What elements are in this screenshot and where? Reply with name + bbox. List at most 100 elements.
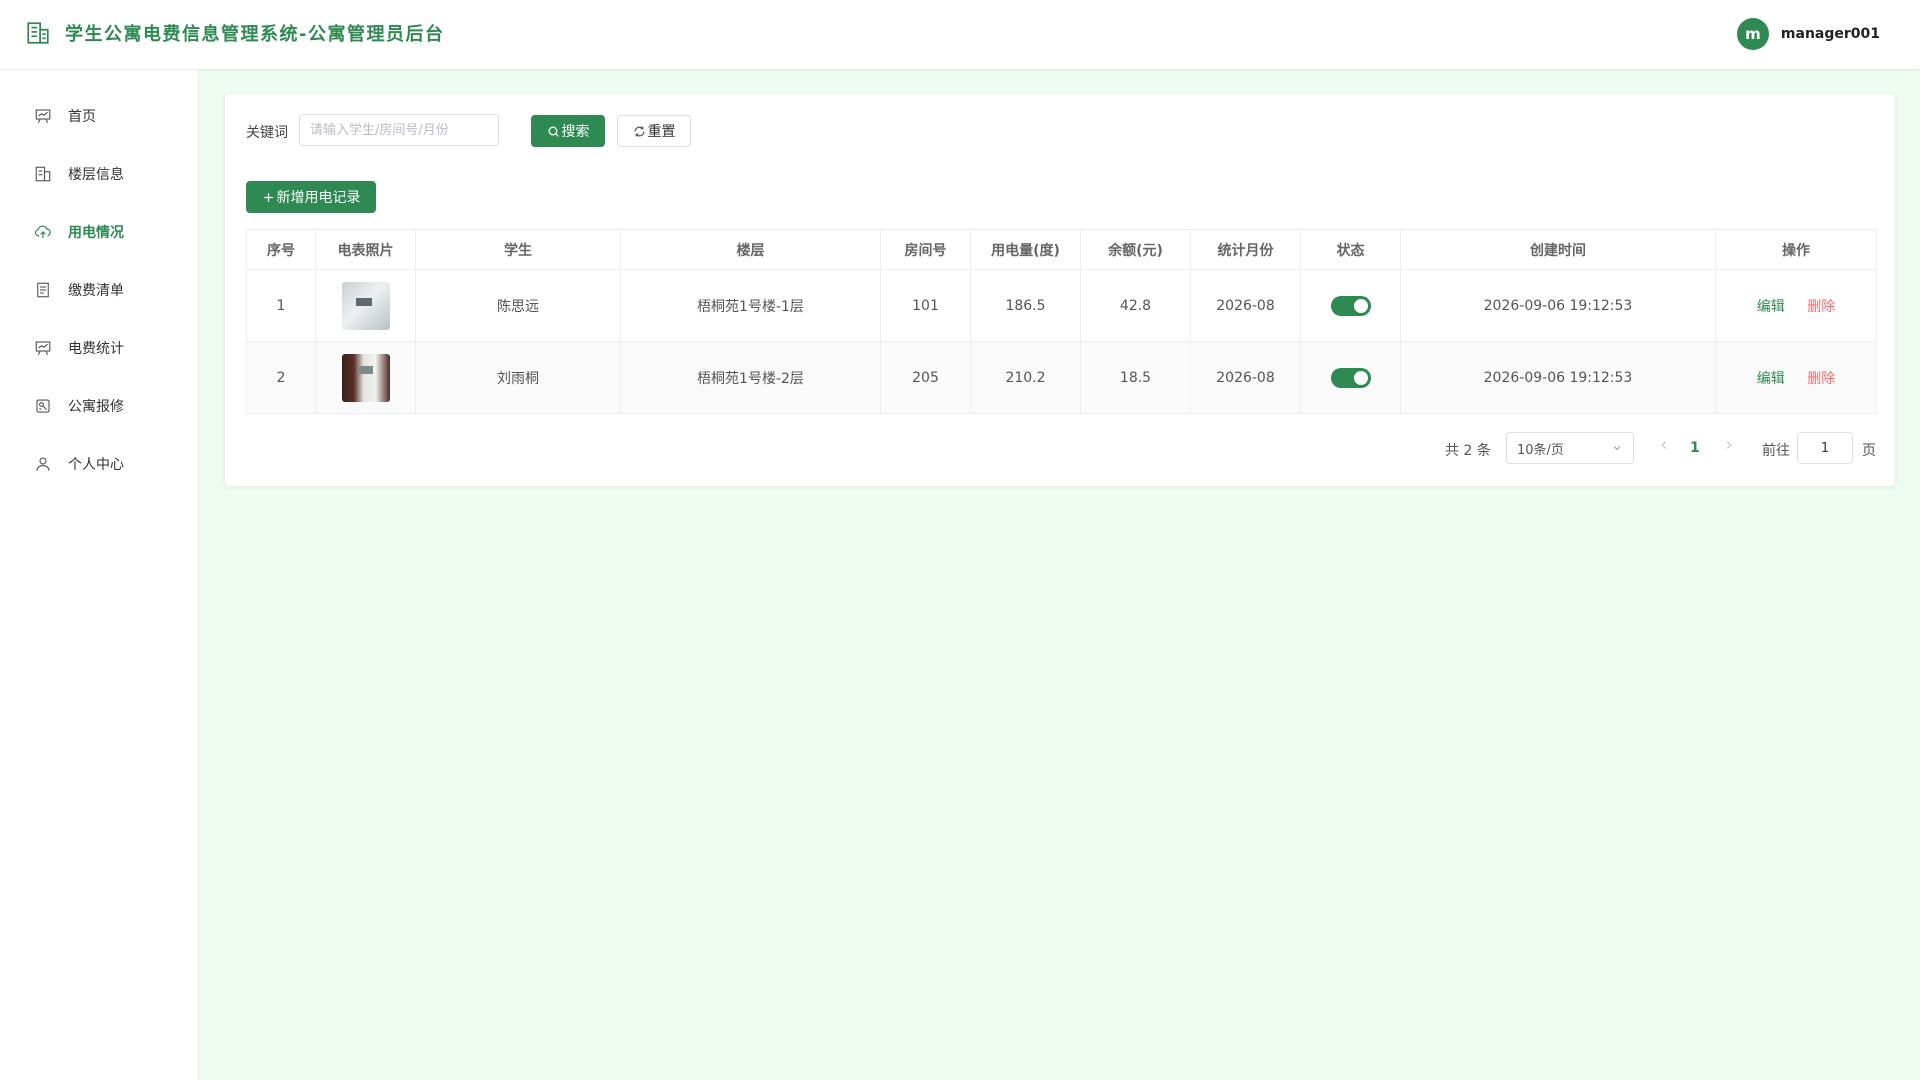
sidebar-item-home[interactable]: 首页 (34, 104, 96, 128)
add-record-button[interactable]: 新增用电记录 (246, 181, 376, 213)
column-header: 操作 (1715, 229, 1877, 270)
delete-link[interactable]: 删除 (1807, 371, 1835, 387)
sidebar-item-label: 缴费清单 (68, 283, 124, 299)
usage-table: 序号 电表照片 学生 楼层 房间号 用电量(度) 余额(元) 统计月份 状态 创… (246, 229, 1877, 414)
repair-icon (36, 399, 50, 413)
column-header: 序号 (246, 229, 316, 270)
cell-index: 1 (246, 269, 316, 342)
refresh-icon (634, 126, 644, 136)
sidebar-item-label: 个人中心 (68, 457, 124, 473)
chevron-left-icon (1661, 441, 1667, 449)
column-header: 电表照片 (315, 229, 416, 270)
table-row: 2 刘雨桐 梧桐苑1号楼-2层 205 210.2 18.5 2026-08 2… (246, 341, 1877, 414)
sidebar-item-label: 公寓报修 (68, 399, 124, 415)
pagination: 共 2 条 10条/页 1 前往 页 (225, 432, 1895, 464)
chevron-right-icon (1726, 441, 1732, 449)
column-header: 余额(元) (1080, 229, 1191, 270)
page-size-select[interactable]: 10条/页 (1506, 432, 1634, 464)
user-menu[interactable]: m manager001 (1736, 18, 1880, 50)
table-row: 1 陈思远 梧桐苑1号楼-1层 101 186.5 42.8 2026-08 2… (246, 269, 1877, 342)
app-title: 学生公寓电费信息管理系统-公寓管理员后台 (65, 24, 445, 45)
document-icon (37, 282, 49, 298)
cell-photo (315, 269, 416, 342)
cell-usage: 186.5 (970, 269, 1081, 342)
keyword-label: 关键词 (246, 125, 288, 141)
brand: 学生公寓电费信息管理系统-公寓管理员后台 (25, 20, 444, 46)
column-header: 状态 (1300, 229, 1401, 270)
cell-month: 2026-08 (1190, 269, 1301, 342)
table-header-row: 序号 电表照片 学生 楼层 房间号 用电量(度) 余额(元) 统计月份 状态 创… (246, 229, 1877, 270)
cell-created: 2026-09-06 19:12:53 (1400, 341, 1716, 414)
sidebar-item-payments[interactable]: 缴费清单 (34, 278, 124, 302)
toggle-knob (1353, 370, 1368, 385)
user-icon (36, 457, 50, 471)
toggle-knob (1353, 298, 1368, 313)
cell-month: 2026-08 (1190, 341, 1301, 414)
cell-photo (315, 341, 416, 414)
sidebar-item-statistics[interactable]: 电费统计 (34, 336, 124, 360)
reset-button-label: 重置 (647, 124, 676, 140)
prev-page-button[interactable] (1657, 438, 1671, 456)
search-icon (548, 126, 559, 137)
sidebar-item-repairs[interactable]: 公寓报修 (34, 394, 124, 418)
cell-room: 101 (880, 269, 971, 342)
cell-actions: 编辑 删除 (1715, 341, 1877, 414)
reset-button[interactable]: 重置 (617, 115, 691, 147)
status-toggle[interactable] (1330, 295, 1371, 316)
goto-page-input[interactable] (1797, 432, 1853, 464)
search-button[interactable]: 搜索 (531, 115, 605, 147)
sidebar-item-profile[interactable]: 个人中心 (34, 452, 124, 476)
building-icon (35, 166, 51, 182)
meter-photo[interactable] (341, 353, 390, 402)
column-header: 用电量(度) (970, 229, 1081, 270)
cell-actions: 编辑 删除 (1715, 269, 1877, 342)
sidebar: 首页 楼层信息 用电情况 缴费清单 电费统计 公寓报修 个人中心 (0, 70, 199, 1080)
search-button-label: 搜索 (561, 124, 590, 140)
username[interactable]: manager001 (1781, 26, 1880, 42)
total-count: 共 2 条 (1445, 443, 1491, 459)
plus-icon (263, 192, 273, 202)
cell-balance: 18.5 (1080, 341, 1191, 414)
edit-link[interactable]: 编辑 (1757, 299, 1785, 315)
column-header: 创建时间 (1400, 229, 1716, 270)
delete-link[interactable]: 删除 (1807, 299, 1835, 315)
chart-board-icon (35, 341, 51, 355)
cell-created: 2026-09-06 19:12:53 (1400, 269, 1716, 342)
sidebar-item-label: 首页 (68, 109, 96, 125)
cell-status (1300, 269, 1401, 342)
cell-usage: 210.2 (970, 341, 1081, 414)
page-size-value: 10条/页 (1517, 442, 1564, 458)
avatar[interactable]: m (1736, 18, 1769, 50)
cell-student: 刘雨桐 (415, 341, 621, 414)
cell-floor: 梧桐苑1号楼-1层 (620, 269, 881, 342)
sidebar-item-floors[interactable]: 楼层信息 (34, 162, 124, 186)
dashboard-icon (35, 109, 51, 123)
column-header: 楼层 (620, 229, 881, 270)
page-number[interactable]: 1 (1690, 440, 1700, 456)
content-card: 关键词 搜索 重置 新增用电记录 序号 电表照片 学生 楼层 房间号 用电量(度… (225, 94, 1895, 486)
top-header: 学生公寓电费信息管理系统-公寓管理员后台 m manager001 (0, 0, 1920, 70)
cell-room: 205 (880, 341, 971, 414)
sidebar-item-usage[interactable]: 用电情况 (34, 220, 124, 244)
cell-status (1300, 341, 1401, 414)
add-record-label: 新增用电记录 (276, 190, 361, 206)
status-toggle[interactable] (1330, 367, 1371, 388)
goto-label: 前往 (1762, 443, 1790, 459)
column-header: 房间号 (880, 229, 971, 270)
cell-floor: 梧桐苑1号楼-2层 (620, 341, 881, 414)
meter-photo[interactable] (341, 281, 390, 330)
chevron-down-icon (1613, 446, 1621, 451)
column-header: 学生 (415, 229, 621, 270)
sidebar-item-label: 用电情况 (68, 225, 124, 241)
keyword-input[interactable] (299, 114, 499, 146)
building-icon (27, 22, 49, 44)
cell-balance: 42.8 (1080, 269, 1191, 342)
page-suffix: 页 (1862, 443, 1876, 459)
column-header: 统计月份 (1190, 229, 1301, 270)
edit-link[interactable]: 编辑 (1757, 371, 1785, 387)
cell-student: 陈思远 (415, 269, 621, 342)
next-page-button[interactable] (1722, 438, 1736, 456)
cell-index: 2 (246, 341, 316, 414)
sidebar-item-label: 楼层信息 (68, 167, 124, 183)
cloud-upload-icon (34, 225, 51, 238)
